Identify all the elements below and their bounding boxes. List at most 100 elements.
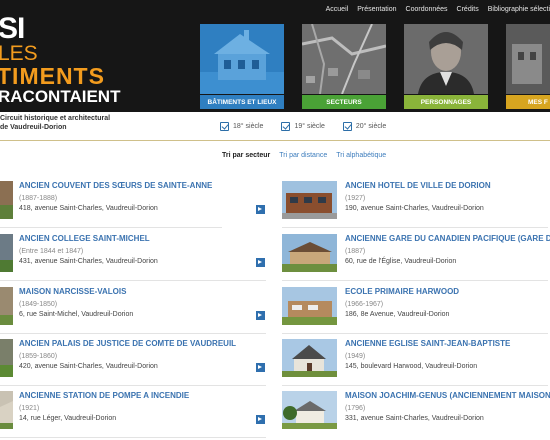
item-title[interactable]: ANCIEN COLLEGE SAINT-MICHEL (19, 234, 150, 244)
list-item[interactable]: ANCIENNE EGLISE SAINT-JEAN-BAPTISTE (194… (282, 339, 550, 391)
list-item[interactable]: ANCIENNE STATION DE POMPE A INCENDIE (19… (0, 391, 268, 440)
item-address: 186, 8e Avenue, Vaudreuil-Dorion (345, 311, 450, 318)
building-thumbnail (0, 181, 13, 219)
arrow-right-icon[interactable] (256, 415, 265, 424)
house-photo (200, 24, 284, 94)
tile-label: SECTEURS (302, 95, 386, 109)
item-address: 331, avenue Saint-Charles, Vaudreuil-Dor… (345, 415, 484, 422)
tile-label: PERSONNAGES (404, 95, 488, 109)
divider (0, 140, 550, 141)
building-thumbnail (282, 391, 337, 429)
row-divider (0, 385, 266, 386)
item-title[interactable]: ANCIEN COUVENT DES SŒURS DE SAINTE-ANNE (19, 181, 212, 191)
building-thumbnail (0, 339, 13, 377)
nav-coordonnees-link[interactable]: Coordonnées (406, 6, 448, 18)
arrow-right-icon[interactable] (256, 363, 265, 372)
item-year: (1796) (345, 405, 366, 412)
tile-batiments-et-lieux[interactable]: BÂTIMENTS ET LIEUX (200, 24, 284, 109)
sort-options: Tri par secteur Tri par distance Tri alp… (222, 152, 395, 159)
list-item[interactable]: ECOLE PRIMAIRE HARWOOD (1966-1967) 186, … (282, 287, 550, 339)
item-year: (1887) (345, 248, 366, 255)
site-subtitle: Circuit historique et architectural de V… (0, 114, 110, 132)
building-thumbnail (282, 181, 337, 219)
item-title[interactable]: ANCIEN PALAIS DE JUSTICE DE COMTE DE VAU… (19, 339, 236, 349)
tile-label: MES F (506, 95, 550, 109)
row-divider (0, 280, 266, 281)
checkbox-checked-icon[interactable] (342, 122, 352, 131)
item-address: 418, avenue Saint-Charles, Vaudreuil-Dor… (19, 205, 158, 212)
item-year: (1849-1850) (19, 301, 58, 308)
logo-line-2: LES (0, 42, 38, 65)
item-year: (Entre 1844 et 1847) (19, 248, 84, 255)
checkbox-checked-icon[interactable] (220, 122, 229, 131)
sort-by-distance-tab[interactable]: Tri par distance (279, 152, 327, 159)
item-address: 6, rue Saint-Michel, Vaudreuil-Dorion (19, 311, 134, 318)
filter-18th-century[interactable]: 18° siècle (220, 122, 263, 131)
filter-20th-century[interactable]: 20° siècle (342, 122, 387, 131)
list-item[interactable]: MAISON NARCISSE-VALOIS (1849-1850) 6, ru… (0, 287, 268, 339)
arrow-right-icon[interactable] (256, 258, 265, 267)
tile-mes-favoris[interactable]: MES F (506, 24, 550, 109)
list-item[interactable]: ANCIEN COLLEGE SAINT-MICHEL (Entre 1844 … (0, 234, 268, 286)
sort-by-sector-tab[interactable]: Tri par secteur (222, 152, 270, 159)
top-navigation: Accueil Présentation Coordonnées Crédits… (317, 6, 550, 18)
row-divider (0, 437, 266, 438)
logo-line-4: RACONTAIENT (0, 87, 121, 106)
filter-label: 18° siècle (233, 123, 264, 130)
building-thumbnail (0, 287, 13, 325)
site-logo[interactable]: SI LES TIMENTS RACONTAIENT (0, 12, 200, 110)
item-year: (1927) (345, 195, 366, 202)
item-title[interactable]: ANCIEN HOTEL DE VILLE DE DORION (345, 181, 491, 191)
list-item[interactable]: ANCIEN PALAIS DE JUSTICE DE COMTE DE VAU… (0, 339, 268, 391)
nav-credits-link[interactable]: Crédits (457, 6, 479, 18)
item-address: 60, rue de l'Église, Vaudreuil-Dorion (345, 258, 457, 265)
filter-label: 20° siècle (355, 123, 387, 130)
list-item[interactable]: ANCIEN COUVENT DES SŒURS DE SAINTE-ANNE … (0, 181, 265, 233)
item-title[interactable]: ANCIENNE GARE DU CANADIEN PACIFIQUE (GAR… (345, 234, 550, 244)
checkbox-checked-icon[interactable] (281, 122, 291, 131)
site-header: Accueil Présentation Coordonnées Crédits… (0, 0, 550, 112)
arrow-right-icon[interactable] (256, 205, 265, 214)
list-item[interactable]: MAISON JOACHIM-GENUS (ANCIENNEMENT MAISO… (282, 391, 550, 440)
row-divider (282, 227, 548, 228)
item-year: (1887-1888) (19, 195, 58, 202)
building-thumbnail (282, 234, 337, 272)
portrait-photo (404, 24, 488, 94)
tile-secteurs[interactable]: SECTEURS (302, 24, 386, 109)
row-divider (282, 385, 548, 386)
building-thumbnail (0, 391, 13, 429)
item-year: (1949) (345, 353, 366, 360)
item-title[interactable]: ANCIENNE STATION DE POMPE A INCENDIE (19, 391, 189, 401)
filter-19th-century[interactable]: 19° siècle (281, 122, 325, 131)
building-thumbnail (282, 287, 337, 325)
item-title[interactable]: ANCIENNE EGLISE SAINT-JEAN-BAPTISTE (345, 339, 510, 349)
tile-label: BÂTIMENTS ET LIEUX (200, 95, 284, 109)
arrow-right-icon[interactable] (256, 311, 265, 320)
item-address: 145, boulevard Harwood, Vaudreuil-Dorion (345, 363, 478, 370)
nav-accueil-link[interactable]: Accueil (326, 6, 349, 18)
subtitle-line-1: Circuit historique et architectural (0, 115, 111, 122)
tile-personnages[interactable]: PERSONNAGES (404, 24, 488, 109)
nav-presentation-link[interactable]: Présentation (357, 6, 396, 18)
list-item[interactable]: ANCIENNE GARE DU CANADIEN PACIFIQUE (GAR… (282, 234, 550, 286)
item-year: (1921) (19, 405, 40, 412)
item-title[interactable]: MAISON JOACHIM-GENUS (ANCIENNEMENT MAISO… (345, 391, 550, 401)
item-address: 420, avenue Saint-Charles, Vaudreuil-Dor… (19, 363, 158, 370)
row-divider (0, 333, 266, 334)
sort-alphabetical-tab[interactable]: Tri alphabétique (336, 152, 386, 159)
row-divider (282, 280, 548, 281)
century-filters: 18° siècle 19° siècle 20° siècle (220, 122, 404, 131)
logo-line-1: SI (0, 12, 25, 45)
item-year: (1966-1967) (345, 301, 384, 308)
building-thumbnail (0, 234, 13, 272)
item-address: 14, rue Léger, Vaudreuil-Dorion (19, 415, 117, 422)
nav-bibliographie-link[interactable]: Bibliographie sélecti (488, 6, 550, 18)
row-divider (0, 227, 222, 228)
list-item[interactable]: ANCIEN HOTEL DE VILLE DE DORION (1927) 1… (282, 181, 550, 233)
item-title[interactable]: MAISON NARCISSE-VALOIS (19, 287, 126, 297)
row-divider (282, 333, 548, 334)
logo-line-3: TIMENTS (0, 63, 105, 89)
map-photo (302, 24, 386, 94)
filter-label: 19° siècle (294, 123, 325, 130)
item-title[interactable]: ECOLE PRIMAIRE HARWOOD (345, 287, 459, 297)
